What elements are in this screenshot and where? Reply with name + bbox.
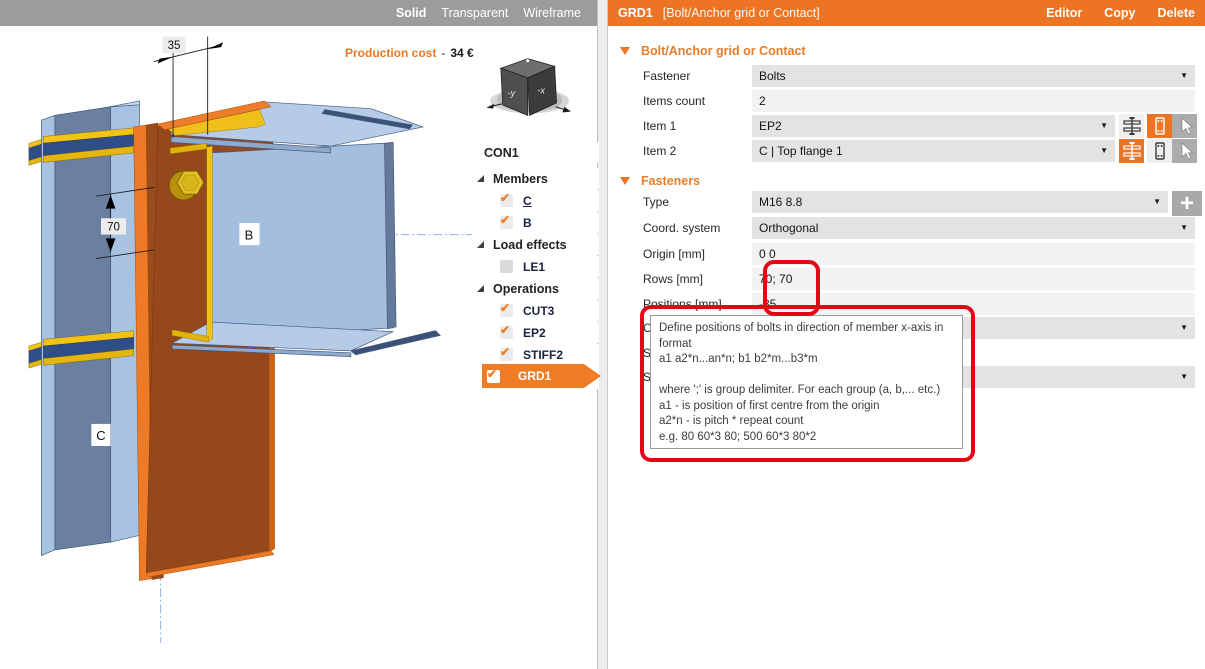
nav-cube-right-face-label: -x (537, 85, 545, 95)
item2-flange-icon-button-selected[interactable] (1119, 139, 1144, 163)
checkbox[interactable]: ✔ (500, 326, 513, 339)
select-cursor-icon (1175, 116, 1195, 136)
item1-dropdown[interactable]: EP2 ▼ (752, 115, 1115, 137)
item2-select-cursor-button[interactable] (1172, 139, 1197, 163)
check-icon: ✔ (500, 301, 510, 315)
operation-subtitle: [Bolt/Anchor grid or Contact] (663, 6, 820, 20)
column-member-c[interactable] (41, 101, 139, 556)
tree-item-ep2[interactable]: ✔ EP2 (472, 322, 599, 343)
positions-label: Positions [mm] (643, 293, 722, 315)
checkbox[interactable]: ✔ (500, 194, 513, 207)
expand-triangle-icon[interactable] (477, 285, 484, 292)
view-mode-toolbar: Solid Transparent Wireframe (0, 0, 597, 26)
svg-text:C: C (96, 428, 105, 443)
production-cost-label: Production cost (345, 46, 436, 60)
collapse-triangle-icon[interactable] (620, 177, 630, 185)
tree-item-le1[interactable]: LE1 (472, 256, 599, 277)
rows-label: Rows [mm] (643, 268, 703, 290)
origin-input[interactable]: 0 0 (752, 243, 1195, 265)
item2-plate-icon-button[interactable] (1147, 139, 1172, 163)
dropdown-arrow-icon[interactable]: ▼ (1153, 198, 1161, 206)
operation-title: GRD1 (618, 6, 653, 20)
check-icon: ✔ (500, 213, 510, 227)
origin-label: Origin [mm] (643, 243, 705, 265)
section-header-fasteners[interactable]: Fasteners (620, 174, 700, 188)
dropdown-arrow-icon[interactable]: ▼ (1100, 147, 1108, 155)
production-cost-value: 34 € (450, 46, 473, 60)
check-icon: ✔ (500, 323, 510, 337)
checkbox[interactable]: ✔ (500, 348, 513, 361)
operation-header-bar: GRD1 [Bolt/Anchor grid or Contact] Edito… (608, 0, 1205, 26)
view-mode-transparent[interactable]: Transparent (441, 6, 508, 20)
add-plus-icon: + (1180, 194, 1194, 214)
positions-input[interactable]: -35 (752, 293, 1195, 315)
dropdown-arrow-icon[interactable]: ▼ (1100, 122, 1108, 130)
tree-group-load-effects[interactable]: Load effects (472, 234, 599, 255)
select-cursor-icon (1175, 141, 1195, 161)
app-window: 35 70 B C (0, 0, 1205, 669)
svg-text:B: B (245, 227, 254, 242)
plate-icon (1150, 141, 1170, 161)
view-mode-solid[interactable]: Solid (396, 6, 427, 20)
expand-triangle-icon[interactable] (477, 175, 484, 182)
check-icon: ✔ (487, 367, 497, 381)
rows-input[interactable]: 70; 70 (752, 268, 1195, 290)
tree-root: CON1 (472, 142, 599, 163)
expand-triangle-icon[interactable] (477, 241, 484, 248)
checkbox-unchecked[interactable] (500, 260, 513, 273)
check-icon: ✔ (500, 191, 510, 205)
item2-label: Item 2 (643, 140, 676, 162)
item2-dropdown[interactable]: C | Top flange 1 ▼ (752, 140, 1115, 162)
delete-button[interactable]: Delete (1157, 6, 1195, 20)
tree-group-operations[interactable]: Operations (472, 278, 599, 299)
type-label: Type (643, 191, 669, 213)
coord-system-label: Coord. system (643, 217, 720, 239)
flange-icon (1122, 116, 1142, 136)
tree-item-c[interactable]: ✔ C (472, 190, 599, 211)
checkbox[interactable]: ✔ (500, 216, 513, 229)
item1-flange-icon-button[interactable] (1119, 114, 1144, 138)
editor-button[interactable]: Editor (1046, 6, 1082, 20)
dropdown-arrow-icon[interactable]: ▼ (1180, 324, 1188, 332)
tree-item-grd1-selected[interactable]: ✔ GRD1 (482, 364, 584, 388)
coord-system-dropdown[interactable]: Orthogonal ▼ (752, 217, 1195, 239)
dimension-top-value: 35 (168, 40, 181, 52)
tree-item-b[interactable]: ✔ B (472, 212, 599, 233)
items-count-input[interactable]: 2 (752, 90, 1195, 112)
type-dropdown[interactable]: M16 8.8 ▼ (752, 191, 1168, 213)
section-header-bolt-grid[interactable]: Bolt/Anchor grid or Contact (620, 44, 806, 58)
items-count-label: Items count (643, 90, 705, 112)
dimension-left-value: 70 (107, 222, 120, 234)
check-icon: ✔ (500, 345, 510, 359)
flange-icon (1122, 141, 1142, 161)
view-mode-wireframe[interactable]: Wireframe (523, 6, 581, 20)
copy-button[interactable]: Copy (1104, 6, 1135, 20)
fastener-dropdown[interactable]: Bolts ▼ (752, 65, 1195, 87)
item1-plate-icon-button-selected[interactable] (1147, 114, 1172, 138)
dropdown-arrow-icon[interactable]: ▼ (1180, 373, 1188, 381)
tree-item-stiff2[interactable]: ✔ STIFF2 (472, 344, 599, 365)
member-label-b[interactable]: B (239, 223, 259, 245)
dropdown-arrow-icon[interactable]: ▼ (1180, 224, 1188, 232)
item1-label: Item 1 (643, 115, 676, 137)
dropdown-arrow-icon[interactable]: ▼ (1180, 72, 1188, 80)
member-label-c[interactable]: C (91, 424, 110, 446)
checkbox[interactable]: ✔ (487, 370, 500, 383)
tree-group-members[interactable]: Members (472, 168, 599, 189)
positions-tooltip: Define positions of bolts in direction o… (650, 315, 963, 449)
collapse-triangle-icon[interactable] (620, 47, 630, 55)
tree-item-cut3[interactable]: ✔ CUT3 (472, 300, 599, 321)
nav-cube[interactable]: -y -x (486, 59, 571, 116)
checkbox[interactable]: ✔ (500, 304, 513, 317)
plate-icon (1150, 116, 1170, 136)
add-fastener-button[interactable]: + (1172, 191, 1202, 216)
fastener-label: Fastener (643, 65, 690, 87)
item1-select-cursor-button[interactable] (1172, 114, 1197, 138)
production-cost: Production cost - 34 € (345, 46, 474, 60)
